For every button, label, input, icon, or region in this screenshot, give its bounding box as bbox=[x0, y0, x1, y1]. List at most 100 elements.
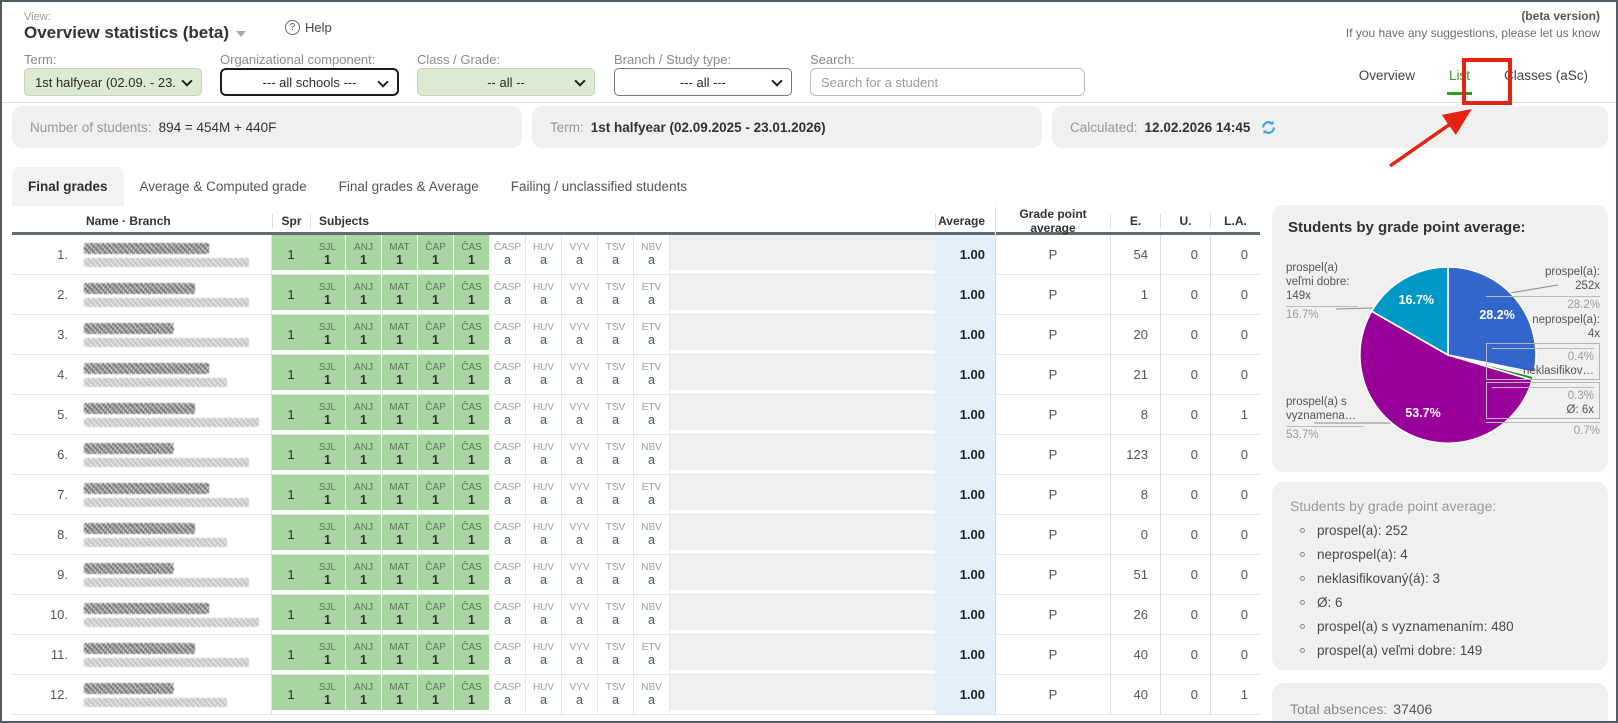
subject-value: a bbox=[504, 413, 511, 427]
table-row[interactable]: 5.1SJL1ANJ1MAT1ČAP1ČAS1ČASPaHUVaVYVaTSVa… bbox=[12, 395, 1260, 435]
subject-code: ČAP bbox=[425, 642, 446, 653]
table-row[interactable]: 2.1SJL1ANJ1MAT1ČAP1ČAS1ČASPaHUVaVYVaTSVa… bbox=[12, 275, 1260, 315]
subject-code: HUV bbox=[533, 522, 554, 533]
total-absences-value: 37406 bbox=[1393, 701, 1432, 723]
subject-code: MAT bbox=[389, 442, 409, 453]
tab-list[interactable]: List bbox=[1449, 68, 1470, 83]
la-cell: 1 bbox=[1210, 395, 1260, 434]
gpa-stats-list: prospel(a): 252neprospel(a): 4neklasifik… bbox=[1290, 523, 1590, 658]
subject-value: a bbox=[504, 653, 511, 667]
callout-percent: 16.7% bbox=[1286, 306, 1358, 322]
subject-code: NBV bbox=[641, 602, 662, 613]
table-row[interactable]: 4.1SJL1ANJ1MAT1ČAP1ČAS1ČASPaHUVaVYVaTSVa… bbox=[12, 355, 1260, 395]
table-row[interactable]: 7.1SJL1ANJ1MAT1ČAP1ČAS1ČASPaHUVaVYVaTSVa… bbox=[12, 475, 1260, 515]
subject-value: a bbox=[612, 253, 619, 267]
subject-value: a bbox=[504, 333, 511, 347]
subject-code: ETV bbox=[642, 362, 661, 373]
subject-code: HUV bbox=[533, 442, 554, 453]
subject-value: 1 bbox=[468, 333, 475, 347]
subject-value: 1 bbox=[396, 693, 403, 707]
censored-student-branch bbox=[84, 698, 227, 707]
page-title[interactable]: Overview statistics (beta) bbox=[24, 23, 246, 43]
table-row[interactable]: 1.1SJL1ANJ1MAT1ČAP1ČAS1ČASPaHUVaVYVaTSVa… bbox=[12, 235, 1260, 275]
org-select[interactable]: --- all schools --- bbox=[220, 68, 399, 96]
callout-label: vyznamena… bbox=[1286, 409, 1364, 423]
subject-value: 1 bbox=[396, 573, 403, 587]
subject-code: SJL bbox=[319, 682, 336, 693]
subject-code: VYV bbox=[569, 402, 589, 413]
la-cell: 0 bbox=[1210, 595, 1260, 634]
excused-absences-cell: 26 bbox=[1110, 595, 1160, 634]
callout-label: prospel(a): bbox=[1486, 265, 1600, 279]
subject-grade-cell: ČAP1 bbox=[418, 595, 454, 634]
table-row[interactable]: 6.1SJL1ANJ1MAT1ČAP1ČAS1ČASPaHUVaVYVaTSVa… bbox=[12, 435, 1260, 475]
subject-code: VYV bbox=[569, 482, 589, 493]
refresh-icon[interactable] bbox=[1261, 120, 1276, 135]
spr-cell: 1 bbox=[272, 555, 310, 594]
subject-value: a bbox=[540, 653, 547, 667]
la-cell: 0 bbox=[1210, 635, 1260, 674]
subject-value: a bbox=[576, 533, 583, 547]
callout-label: prospel(a) s bbox=[1286, 395, 1364, 409]
tab-classes-asc[interactable]: Classes (aSc) bbox=[1504, 68, 1588, 83]
chevron-down-icon bbox=[377, 76, 388, 87]
subject-code: ČASP bbox=[494, 362, 521, 373]
tab-average-computed[interactable]: Average & Computed grade bbox=[124, 167, 323, 206]
subject-grade-cell: HUVa bbox=[526, 355, 562, 394]
subject-code: ČAS bbox=[461, 442, 482, 453]
student-name-cell bbox=[76, 315, 272, 354]
stats-list-item: neprospel(a): 4 bbox=[1300, 547, 1590, 562]
students-count-card: Number of students: 894 = 454M + 440F bbox=[12, 106, 522, 148]
subject-code: TSV bbox=[606, 282, 625, 293]
subject-code: ČASP bbox=[494, 482, 521, 493]
subject-code: MAT bbox=[389, 362, 409, 373]
subject-value: 1 bbox=[468, 373, 475, 387]
average-cell: 1.00 bbox=[935, 355, 995, 394]
table-row[interactable]: 8.1SJL1ANJ1MAT1ČAP1ČAS1ČASPaHUVaVYVaTSVa… bbox=[12, 515, 1260, 555]
header-subjects: Subjects bbox=[310, 214, 670, 228]
callout-group: prospel(a)veľmi dobre:149x16.7% bbox=[1286, 261, 1358, 322]
stats-list-item: Ø: 6 bbox=[1300, 595, 1590, 610]
table-row[interactable]: 3.1SJL1ANJ1MAT1ČAP1ČAS1ČASPaHUVaVYVaTSVa… bbox=[12, 315, 1260, 355]
subject-code: ČAS bbox=[461, 642, 482, 653]
subject-grade-cell: TSVa bbox=[598, 355, 634, 394]
subject-grade-cell: HUVa bbox=[526, 595, 562, 634]
subject-code: VYV bbox=[569, 442, 589, 453]
subject-code: ČAP bbox=[425, 282, 446, 293]
tab-failing-unclassified[interactable]: Failing / unclassified students bbox=[495, 167, 703, 206]
table-row[interactable]: 11.1SJL1ANJ1MAT1ČAP1ČAS1ČASPaHUVaVYVaTSV… bbox=[12, 635, 1260, 675]
subject-value: 1 bbox=[396, 253, 403, 267]
subject-value: a bbox=[576, 453, 583, 467]
student-name-cell bbox=[76, 355, 272, 394]
subject-grade-cell: ČASPa bbox=[490, 595, 526, 634]
subject-value: 1 bbox=[360, 693, 367, 707]
term-select[interactable]: 1st halfyear (02.09. - 23.0 bbox=[24, 68, 202, 96]
branch-select[interactable]: --- all --- bbox=[614, 68, 792, 96]
subject-grade-cell: ČAP1 bbox=[418, 635, 454, 674]
help-button[interactable]: ? Help bbox=[285, 20, 332, 35]
subject-grade-cell: SJL1 bbox=[310, 435, 346, 474]
pie-slice-5[interactable] bbox=[1372, 267, 1448, 355]
table-row[interactable]: 9.1SJL1ANJ1MAT1ČAP1ČAS1ČASPaHUVaVYVaTSVa… bbox=[12, 555, 1260, 595]
subject-code: HUV bbox=[533, 682, 554, 693]
la-cell: 0 bbox=[1210, 315, 1260, 354]
tab-final-grades[interactable]: Final grades bbox=[12, 167, 124, 206]
class-select[interactable]: -- all -- bbox=[417, 68, 595, 96]
subject-value: a bbox=[504, 453, 511, 467]
censored-student-name bbox=[84, 643, 195, 654]
row-number: 11. bbox=[12, 635, 76, 674]
tab-overview[interactable]: Overview bbox=[1359, 68, 1415, 83]
total-absences-card: Total absences: 37406 bbox=[1272, 683, 1608, 723]
censored-student-name bbox=[84, 283, 195, 294]
student-name-cell bbox=[76, 435, 272, 474]
subject-grade-cell: SJL1 bbox=[310, 595, 346, 634]
table-row[interactable]: 12.1SJL1ANJ1MAT1ČAP1ČAS1ČASPaHUVaVYVaTSV… bbox=[12, 675, 1260, 715]
subject-code: VYV bbox=[569, 682, 589, 693]
callout-label: neklasifikov… bbox=[1492, 364, 1594, 378]
subject-code: TSV bbox=[606, 522, 625, 533]
tab-final-grades-average[interactable]: Final grades & Average bbox=[323, 167, 495, 206]
search-input[interactable] bbox=[810, 68, 1085, 96]
excused-absences-cell: 123 bbox=[1110, 435, 1160, 474]
subject-grade-cell: MAT1 bbox=[382, 435, 418, 474]
table-row[interactable]: 10.1SJL1ANJ1MAT1ČAP1ČAS1ČASPaHUVaVYVaTSV… bbox=[12, 595, 1260, 635]
